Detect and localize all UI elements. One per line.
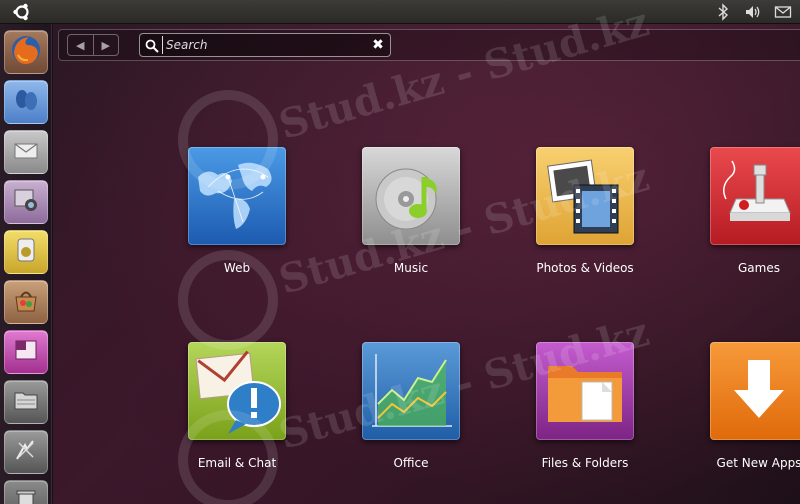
volume-icon[interactable]: [744, 3, 762, 21]
search-icon: [145, 38, 159, 53]
launcher-item-software-center[interactable]: [4, 280, 48, 324]
launcher-item-workspaces[interactable]: [4, 330, 48, 374]
launcher-item-trash[interactable]: [4, 480, 48, 504]
search-box[interactable]: ✖: [139, 33, 391, 57]
dash: ◀ ▶ ✖ Web: [53, 24, 800, 504]
category-music[interactable]: Music: [341, 147, 481, 275]
photos-videos-icon: [536, 147, 634, 245]
joystick-icon: [710, 147, 800, 245]
empathy-icon: [11, 85, 41, 119]
launcher-item-banshee[interactable]: [4, 230, 48, 274]
navigation-buttons: ◀ ▶: [67, 34, 119, 56]
trash-icon: [11, 485, 41, 504]
dash-toolbar: ◀ ▶ ✖: [58, 29, 800, 61]
back-arrow-icon[interactable]: ◀: [68, 35, 94, 55]
search-input[interactable]: [162, 36, 362, 54]
files-folders-icon: [536, 342, 634, 440]
download-arrow-icon: [710, 342, 800, 440]
firefox-icon: [9, 33, 43, 71]
bluetooth-icon[interactable]: [714, 3, 732, 21]
music-disc-icon: [362, 147, 460, 245]
clear-search-icon[interactable]: ✖: [371, 37, 385, 53]
category-files-folders[interactable]: Files & Folders: [515, 342, 655, 470]
web-globe-icon: [188, 147, 286, 245]
launcher: [0, 24, 52, 504]
applications-icon: [11, 435, 41, 469]
category-web[interactable]: Web: [167, 147, 307, 275]
category-label: Games: [738, 261, 780, 275]
category-label: Photos & Videos: [536, 261, 634, 275]
media-player-icon: [11, 235, 41, 269]
category-label: Get New Apps: [716, 456, 800, 470]
category-office[interactable]: Office: [341, 342, 481, 470]
category-photos-videos[interactable]: Photos & Videos: [515, 147, 655, 275]
launcher-item-applications[interactable]: [4, 430, 48, 474]
email-chat-icon: [188, 342, 286, 440]
category-email-chat[interactable]: Email & Chat: [167, 342, 307, 470]
launcher-item-files[interactable]: [4, 380, 48, 424]
category-label: Music: [393, 261, 429, 275]
workspace-switcher-icon: [11, 335, 41, 369]
category-label: Office: [393, 456, 429, 470]
category-label: Web: [223, 261, 251, 275]
category-label: Email & Chat: [197, 456, 277, 470]
forward-arrow-icon[interactable]: ▶: [94, 35, 119, 55]
launcher-item-firefox[interactable]: [4, 30, 48, 74]
launcher-item-empathy[interactable]: [4, 80, 48, 124]
folder-icon: [11, 385, 41, 419]
software-center-icon: [11, 285, 41, 319]
category-label: Files & Folders: [541, 456, 629, 470]
mail-icon[interactable]: [774, 3, 792, 21]
top-panel: [0, 0, 800, 24]
panel-indicators: [714, 2, 792, 22]
category-games[interactable]: Games: [689, 147, 800, 275]
evolution-icon: [11, 135, 41, 169]
category-get-new-apps[interactable]: Get New Apps: [689, 342, 800, 470]
office-chart-icon: [362, 342, 460, 440]
launcher-item-cheese[interactable]: [4, 180, 48, 224]
ubuntu-logo-icon[interactable]: [12, 3, 32, 21]
webcam-icon: [11, 185, 41, 219]
launcher-item-evolution[interactable]: [4, 130, 48, 174]
